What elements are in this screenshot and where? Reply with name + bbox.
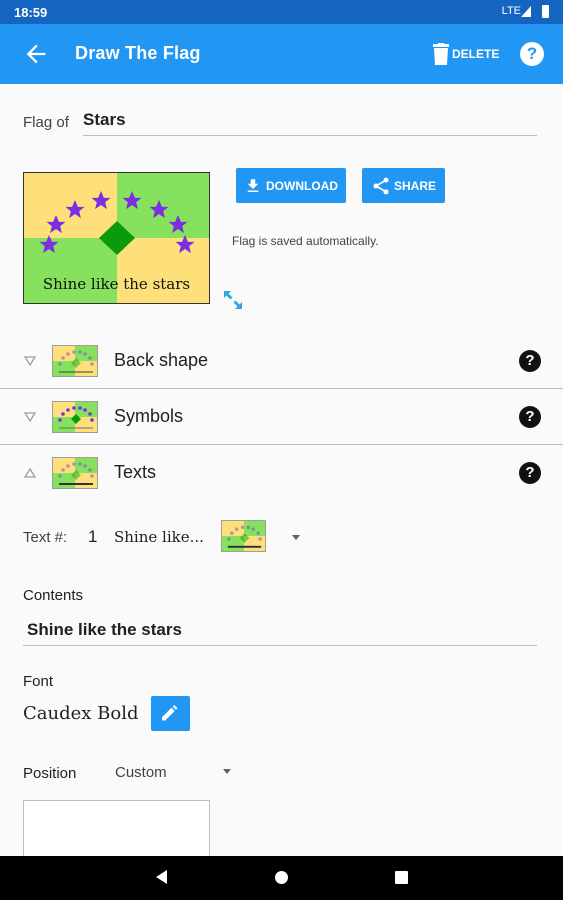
share-button[interactable]: SHARE bbox=[362, 168, 445, 203]
back-shape-thumbnail bbox=[52, 345, 98, 377]
nav-back-icon[interactable] bbox=[156, 870, 167, 884]
star-icon bbox=[46, 215, 66, 234]
download-icon bbox=[247, 178, 259, 192]
text-thumbnail bbox=[221, 520, 266, 552]
help-icon[interactable]: ? bbox=[519, 462, 541, 484]
page-title: Draw The Flag bbox=[75, 43, 201, 63]
trash-icon bbox=[433, 43, 449, 65]
contents-input[interactable]: Shine like the stars bbox=[23, 618, 537, 646]
section-title: Symbols bbox=[114, 406, 184, 426]
help-icon[interactable]: ? bbox=[519, 350, 541, 372]
flag-preview: Shine like the stars bbox=[23, 172, 210, 304]
star-icon bbox=[122, 191, 142, 210]
symbols-thumbnail bbox=[52, 401, 98, 433]
nav-home-icon[interactable] bbox=[275, 871, 288, 884]
text-number-label: Text #: bbox=[23, 529, 68, 546]
share-icon bbox=[373, 177, 389, 194]
battery-icon bbox=[542, 5, 549, 18]
status-bar: 18:59 LTE bbox=[0, 0, 563, 24]
delete-button-label: DELETE bbox=[452, 47, 500, 61]
position-dropdown[interactable]: Custom bbox=[115, 764, 167, 781]
signal-icon bbox=[521, 6, 531, 17]
section-symbols[interactable]: Symbols ? bbox=[0, 389, 563, 445]
network-type-label: LTE bbox=[501, 5, 521, 17]
text-number-value: 1 bbox=[88, 527, 98, 546]
chevron-down-icon bbox=[24, 412, 36, 423]
star-icon bbox=[168, 215, 188, 234]
section-back-shape[interactable]: Back shape ? bbox=[0, 333, 563, 389]
download-button[interactable]: DOWNLOAD bbox=[236, 168, 346, 203]
help-icon[interactable]: ? bbox=[520, 42, 544, 66]
chevron-down-icon bbox=[24, 356, 36, 367]
star-icon bbox=[149, 200, 169, 219]
status-time: 18:59 bbox=[14, 5, 48, 20]
chevron-up-icon bbox=[24, 467, 36, 478]
font-label: Font bbox=[23, 673, 54, 690]
section-texts[interactable]: Texts ? bbox=[0, 445, 563, 501]
system-nav-bar bbox=[0, 856, 563, 900]
texts-thumbnail bbox=[52, 457, 98, 489]
position-input-box[interactable] bbox=[23, 800, 210, 860]
contents-label: Contents bbox=[23, 587, 84, 604]
pencil-icon bbox=[162, 705, 178, 721]
flag-name-input[interactable]: Stars bbox=[83, 108, 537, 136]
section-title: Back shape bbox=[114, 350, 209, 370]
diamond-shape bbox=[99, 221, 135, 255]
download-button-label: DOWNLOAD bbox=[266, 178, 338, 193]
star-icon bbox=[175, 235, 195, 254]
chevron-down-icon[interactable] bbox=[223, 769, 231, 774]
font-value: Caudex Bold bbox=[23, 703, 139, 724]
section-title: Texts bbox=[114, 462, 157, 482]
app-bar: Draw The Flag DELETE ? bbox=[0, 24, 563, 84]
autosave-note: Flag is saved automatically. bbox=[232, 234, 379, 248]
delete-button[interactable]: DELETE bbox=[432, 41, 499, 67]
share-button-label: SHARE bbox=[393, 178, 436, 193]
star-icon bbox=[39, 235, 59, 254]
arrow-left-icon[interactable] bbox=[22, 40, 50, 68]
text-select-dropdown[interactable]: Shine like... bbox=[114, 528, 204, 546]
star-icon bbox=[65, 200, 85, 219]
nav-recents-icon[interactable] bbox=[395, 871, 408, 884]
flag-caption: Shine like the stars bbox=[42, 275, 191, 293]
help-icon[interactable]: ? bbox=[519, 406, 541, 428]
edit-font-button[interactable] bbox=[151, 696, 190, 731]
chevron-down-icon[interactable] bbox=[292, 535, 300, 540]
star-icon bbox=[91, 191, 111, 210]
flag-of-label: Flag of bbox=[23, 114, 69, 131]
expand-arrows-icon[interactable] bbox=[222, 289, 244, 311]
position-label: Position bbox=[23, 765, 77, 782]
